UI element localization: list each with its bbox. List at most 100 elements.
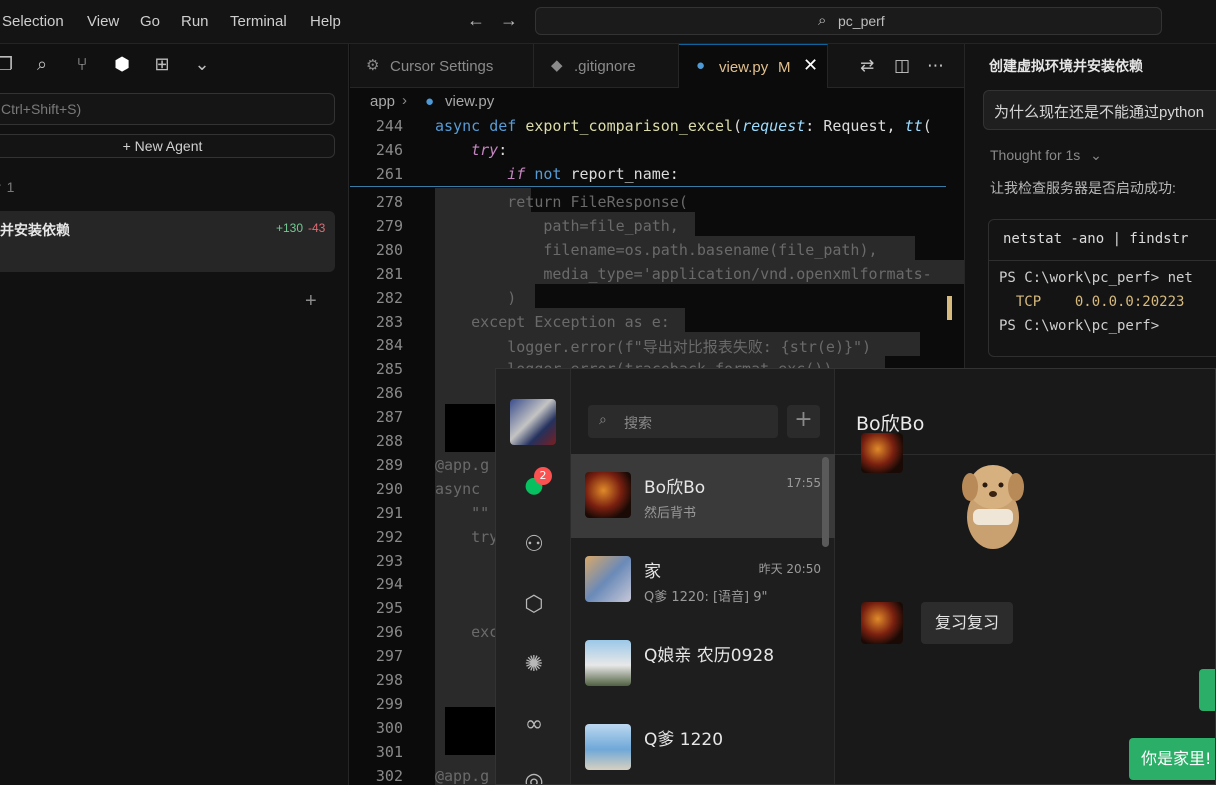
code-text: filename=os.path.basename(file_path), — [435, 240, 878, 259]
line-number: 261 — [375, 165, 403, 183]
line-number: 286 — [375, 384, 403, 403]
line-number: 296 — [375, 623, 403, 642]
moments-icon[interactable]: ✺ — [514, 652, 554, 682]
unread-badge: 2 — [534, 467, 552, 485]
chat-list-item[interactable]: Bo欣Bo 17:55 然后背书 — [571, 454, 835, 538]
section-count: 1 — [6, 179, 15, 195]
chat-list-item[interactable]: Q爹 1220 — [571, 706, 835, 784]
code-text: @app.g — [435, 455, 490, 474]
wechat-nav-bar: ● 2 ⚇ ⬡ ✺ ∞ ◎ — [496, 369, 571, 784]
split-editor-icon[interactable]: ◫ — [894, 56, 910, 76]
editor-tab-bar: ⚙ Cursor Settings ◆ .gitignore ● view.py… — [350, 44, 964, 88]
search-icon: ⌕ — [818, 12, 827, 29]
diff-icon[interactable]: ⇄ — [860, 56, 874, 76]
chat-list-item[interactable]: 家 昨天 20:50 Q爹 1220: [语音] 9" — [571, 538, 835, 622]
tab-cursor-settings[interactable]: ⚙ Cursor Settings — [350, 44, 534, 88]
line-number: 280 — [375, 240, 403, 259]
line-number: 302 — [375, 766, 403, 785]
line-number: 297 — [375, 647, 403, 666]
code-text: try: — [471, 141, 508, 159]
line-number: 292 — [375, 527, 403, 546]
more-actions-icon[interactable]: ⋯ — [927, 56, 944, 76]
line-number: 284 — [375, 336, 403, 355]
line-number: 244 — [375, 117, 403, 135]
received-message[interactable]: 复习复习 — [921, 602, 1014, 644]
terminal-command: netstat -ano | findstr — [1003, 231, 1189, 247]
new-agent-button[interactable]: + New Agent — [0, 134, 335, 158]
sticky-line: 246 try: — [350, 138, 964, 162]
contact-avatar[interactable] — [861, 602, 903, 644]
line-number: 246 — [375, 141, 403, 159]
menu-go[interactable]: Go — [140, 13, 160, 30]
extensions-icon[interactable]: ⊞ — [151, 54, 173, 75]
chat-name: Bo欣Bo — [644, 478, 706, 498]
add-icon[interactable]: + — [305, 290, 317, 313]
terminal-output-line: PS C:\work\pc_perf> net — [999, 270, 1193, 286]
menu-selection[interactable]: Selection — [2, 13, 64, 30]
agent-section-header[interactable]: r1 — [0, 179, 14, 195]
code-line: 280 filename=os.path.basename(file_path)… — [350, 238, 964, 262]
line-number: 301 — [375, 742, 403, 761]
conversation-title: Bo欣Bo — [856, 413, 925, 435]
chat-avatar — [585, 724, 631, 770]
code-line: 281 media_type='application/vnd.openxmlf… — [350, 262, 964, 286]
contact-avatar[interactable] — [861, 433, 903, 473]
line-number: 295 — [375, 599, 403, 618]
tab-view-py[interactable]: ● view.py M ✕ — [679, 44, 828, 88]
channels-icon[interactable]: ∞ — [514, 712, 554, 742]
chat-name: Q娘亲 农历0928 — [644, 646, 775, 666]
line-number: 285 — [375, 360, 403, 379]
menu-help[interactable]: Help — [310, 13, 341, 30]
agent-chat-item[interactable]: 并安装依赖 +130 -43 — [0, 211, 335, 272]
code-text: media_type='application/vnd.openxmlforma… — [435, 264, 932, 283]
contacts-icon[interactable]: ⚇ — [514, 532, 554, 562]
chevron-down-icon[interactable]: ⌄ — [191, 54, 213, 75]
line-number: 300 — [375, 718, 403, 737]
agent-search-input[interactable]: Ctrl+Shift+S) — [0, 93, 335, 125]
add-button[interactable]: + — [787, 405, 820, 438]
code-text: return FileResponse( — [435, 193, 688, 211]
search-icon[interactable]: ⌕ — [31, 54, 53, 75]
sent-message[interactable] — [1199, 669, 1215, 711]
chat-list-item[interactable]: Q娘亲 农历0928 — [571, 622, 835, 706]
code-text: try — [435, 527, 499, 546]
breadcrumb-folder[interactable]: app — [370, 93, 395, 110]
line-number: 299 — [375, 694, 403, 713]
line-number: 283 — [375, 312, 403, 331]
line-number: 287 — [375, 408, 403, 427]
thought-toggle[interactable]: Thought for 1s ⌄ — [990, 147, 1102, 164]
back-arrow-icon[interactable]: ← — [467, 10, 485, 31]
tab-label: .gitignore — [574, 58, 636, 75]
close-icon[interactable]: ✕ — [803, 55, 818, 76]
menu-view[interactable]: View — [87, 13, 119, 30]
chat-list-scrollbar[interactable] — [822, 457, 829, 547]
sent-message[interactable]: 你是家里! — [1129, 738, 1215, 780]
user-message[interactable]: 为什么现在还是不能通过python — [983, 90, 1216, 130]
search-icon[interactable]: ◎ — [514, 769, 554, 784]
menu-run[interactable]: Run — [181, 13, 209, 30]
source-control-icon[interactable]: ⑂ — [71, 54, 93, 75]
code-line: 283 except Exception as e: — [350, 310, 964, 334]
chat-name: 家 — [644, 562, 661, 582]
chat-title: 并安装依赖 — [0, 222, 70, 238]
terminal-output-line: PS C:\work\pc_perf> — [999, 318, 1160, 334]
chat-avatar — [585, 472, 631, 518]
tab-gitignore[interactable]: ◆ .gitignore — [534, 44, 679, 88]
cube-icon[interactable]: ⬢ — [111, 54, 133, 75]
code-text: ) — [435, 288, 517, 307]
sticky-line: 244 async def export_comparison_excel(re… — [350, 114, 964, 138]
command-center-search[interactable]: ⌕ pc_perf — [535, 7, 1162, 35]
forward-arrow-icon[interactable]: → — [500, 10, 518, 31]
breadcrumb-file[interactable]: view.py — [445, 93, 494, 110]
line-number: 282 — [375, 288, 403, 307]
cube-icon[interactable]: ⬡ — [514, 592, 554, 622]
chevron-right-icon: › — [402, 92, 407, 109]
wechat-search-input[interactable]: ⌕ 搜索 — [588, 405, 778, 438]
thought-label: Thought for 1s — [990, 147, 1081, 163]
menu-terminal[interactable]: Terminal — [230, 13, 287, 30]
avatar[interactable] — [510, 399, 556, 445]
code-text: async def export_comparison_excel(reques… — [435, 117, 932, 135]
agent-sidebar: ❐ ⌕ ⑂ ⬢ ⊞ ⌄ Ctrl+Shift+S) + New Agent r1… — [0, 44, 349, 785]
code-text: exc — [435, 623, 499, 642]
copy-icon[interactable]: ❐ — [0, 54, 16, 75]
